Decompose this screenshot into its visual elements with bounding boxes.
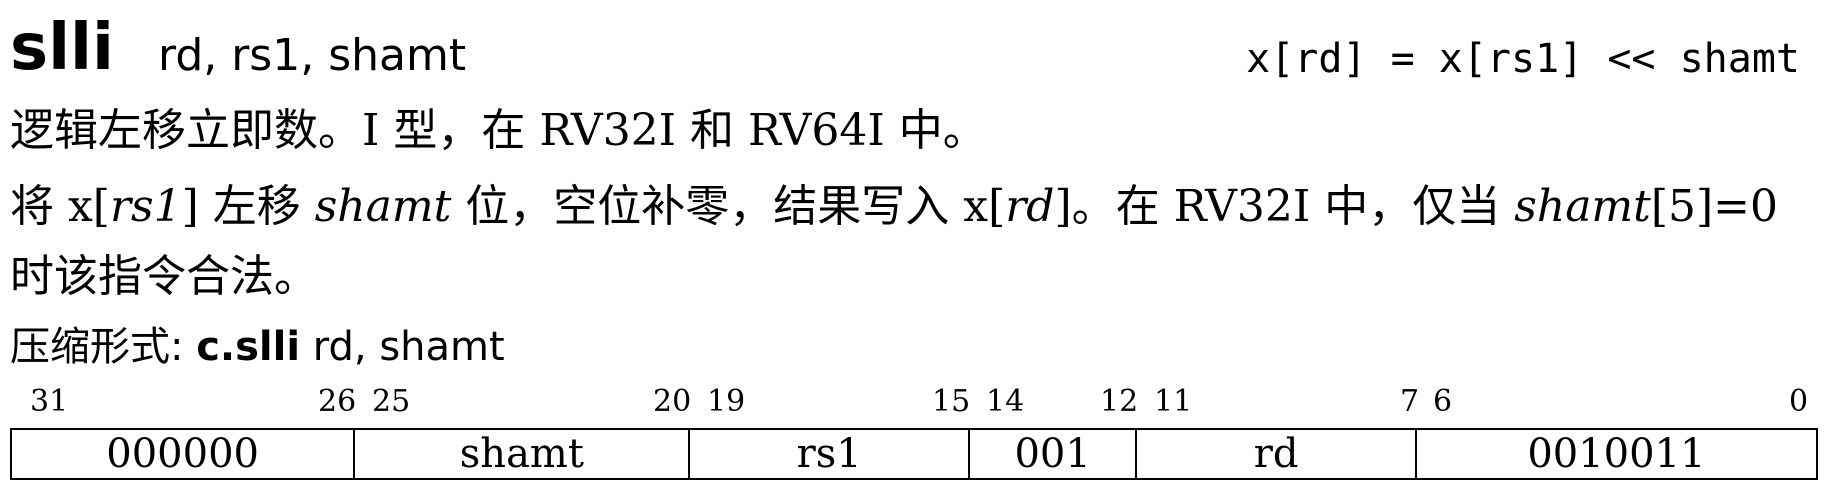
bit-label: 6 (1433, 384, 1453, 419)
bit-positions-row: 31 26 25 20 19 15 14 12 11 7 6 0 (10, 382, 1818, 422)
field-rd: rd (1137, 430, 1417, 478)
bit-label: 31 (30, 384, 69, 419)
detail-line: 将 x[rs1] 左移 shamt 位，空位补零，结果写入 x[rd]。在 RV… (10, 178, 1778, 236)
field-funct3: 001 (970, 430, 1138, 478)
instruction-operands: rd, rs1, shamt (158, 30, 467, 81)
encoding-table: 000000 shamt rs1 001 rd 0010011 (10, 428, 1818, 480)
field-rs1: rs1 (690, 430, 970, 478)
detail-text-a: 将 x[ (10, 181, 110, 232)
compressed-operands: rd, shamt (300, 324, 505, 370)
detail-text-c: 位，空位补零，结果写入 x[ (451, 181, 1006, 232)
bit-label: 19 (707, 384, 746, 419)
detail-text-b: ] 左移 (181, 181, 315, 232)
detail-text-e: [5]=0 (1650, 181, 1779, 232)
bit-label: 14 (986, 384, 1025, 419)
instruction-formula: x[rd] = x[rs1] << shamt (1246, 36, 1800, 82)
compressed-mnemonic: c.slli (196, 324, 301, 370)
bit-label: 25 (372, 384, 411, 419)
instruction-header: slli rd, rs1, shamt x[rd] = x[rs1] << sh… (10, 12, 1800, 92)
operand-rs1: rs1 (109, 181, 182, 232)
summary-line: 逻辑左移立即数。I 型，在 RV32I 和 RV64I 中。 (10, 105, 987, 156)
detail-line-continued: 时该指令合法。 (10, 251, 318, 302)
operand-shamt-2: shamt (1514, 181, 1651, 232)
bit-label: 26 (318, 384, 357, 419)
bit-label: 0 (1789, 384, 1809, 419)
instruction-mnemonic: slli (10, 11, 114, 85)
bit-label: 11 (1154, 384, 1193, 419)
field-shamt: shamt (355, 430, 691, 478)
operand-shamt: shamt (314, 181, 452, 232)
operand-rd: rd (1005, 181, 1055, 232)
bit-label: 20 (653, 384, 692, 419)
field-opcode: 0010011 (1527, 431, 1706, 477)
compressed-label: 压缩形式: (10, 324, 197, 370)
bit-label: 15 (932, 384, 971, 419)
detail-text-d: ]。在 RV32I 中，仅当 (1054, 181, 1515, 232)
bit-label: 12 (1100, 384, 1139, 419)
bit-label: 7 (1400, 384, 1420, 419)
compressed-form-line: 压缩形式: c.slli rd, shamt (10, 318, 505, 376)
field-funct6: 000000 (12, 430, 356, 478)
